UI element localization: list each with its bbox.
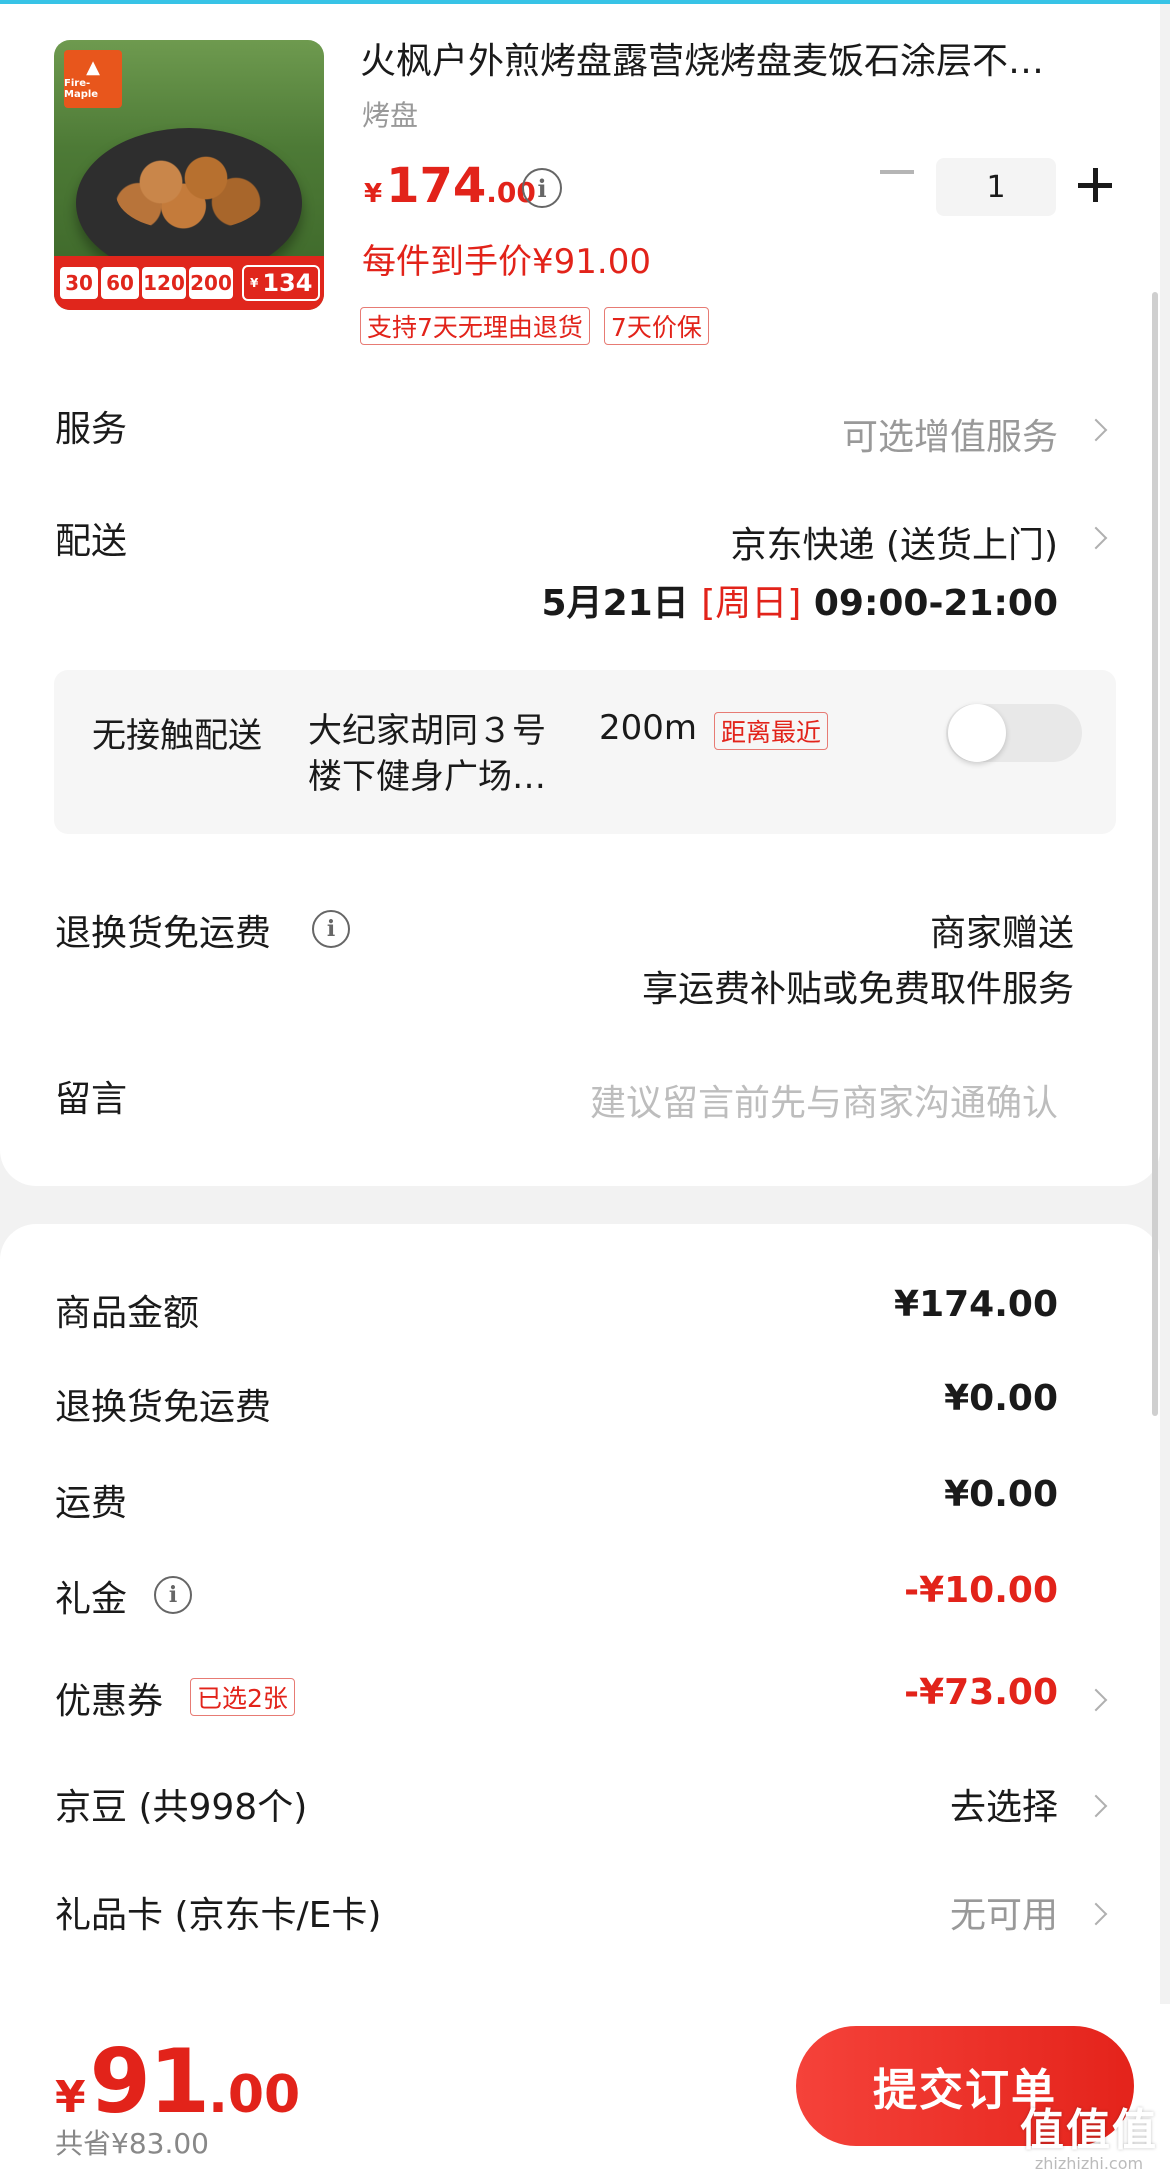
return-policy-tag: 支持7天无理由退货 [360, 307, 590, 345]
gift-money-info-icon[interactable]: i [154, 1576, 192, 1614]
service-value[interactable]: 可选增值服务 [842, 408, 1058, 460]
product-price: ¥ 174 .00 [364, 158, 536, 214]
return-shipping-detail: 享运费补贴或免费取件服务 [641, 969, 1074, 1010]
total-saved: 共省¥83.00 [55, 2127, 209, 2160]
return-shipping-value: 商家赠送 [929, 913, 1074, 954]
price-protect-tag: 7天价保 [603, 307, 709, 345]
contactless-address: 大纪家胡同３号 楼下健身广场… [308, 711, 546, 797]
service-label: 服务 [55, 409, 128, 450]
contactless-label: 无接触配送 [92, 716, 262, 756]
promo-final-price: ¥ 134 [242, 265, 321, 301]
delivery-time[interactable]: 5月21日 [周日] 09:00-21:00 [542, 574, 1058, 626]
promo-chip: 30 [60, 267, 98, 299]
promo-strip: 30 60 120 200 ¥ 134 [54, 256, 324, 310]
toggle-knob [948, 704, 1006, 762]
checkout-page: ▲ Fire-Maple 30 60 120 200 ¥ 134 火枫户外煎烤盘… [0, 0, 1170, 2182]
flame-icon: ▲ [86, 57, 100, 78]
giftcard-value[interactable]: 无可用 [950, 1886, 1058, 1938]
contactless-distance: 200m [599, 708, 698, 748]
delivery-chevron-icon[interactable] [1084, 526, 1108, 550]
return-info-icon[interactable]: i [312, 910, 350, 948]
coupon-chevron-icon[interactable] [1084, 1688, 1108, 1712]
gift-money-value: -¥10.00 [904, 1570, 1058, 1611]
return-fee-label: 退换货免运费 [55, 1387, 272, 1428]
site-watermark: 值值值 zhizhizhi.com [1020, 2105, 1158, 2173]
message-input[interactable]: 建议留言前先与商家沟通确认 [590, 1074, 1058, 1126]
giftcard-chevron-icon[interactable] [1084, 1902, 1108, 1926]
grilled-meat [116, 150, 266, 230]
quantity-input[interactable]: 1 [936, 158, 1056, 216]
promo-chip: 200 [189, 267, 233, 299]
message-label: 留言 [55, 1079, 128, 1120]
total-price: ¥ 91 .00 [55, 2030, 301, 2133]
checkout-bar: ¥ 91 .00 共省¥83.00 提交订单 [0, 2004, 1170, 2182]
price-summary-card: 商品金额 ¥174.00 退换货免运费 ¥0.00 运费 ¥0.00 礼金 i … [0, 1224, 1160, 2004]
nearest-tag: 距离最近 [714, 712, 829, 750]
contactless-delivery-panel: 无接触配送 大纪家胡同３号 楼下健身广场… 200m 距离最近 [54, 670, 1116, 834]
promo-chip: 120 [142, 267, 186, 299]
delivery-label: 配送 [55, 521, 128, 562]
jingdou-chevron-icon[interactable] [1084, 1794, 1108, 1818]
return-shipping-label: 退换货免运费 [55, 913, 272, 954]
brand-logo: ▲ Fire-Maple [64, 50, 122, 108]
service-chevron-icon[interactable] [1084, 418, 1108, 442]
product-spec[interactable]: 烤盘 [362, 94, 418, 134]
giftcard-label: 礼品卡 (京东卡/E卡) [55, 1895, 382, 1936]
order-card: ▲ Fire-Maple 30 60 120 200 ¥ 134 火枫户外煎烤盘… [0, 4, 1160, 1186]
unit-price: 每件到手价¥91.00 [362, 242, 651, 282]
jingdou-value[interactable]: 去选择 [950, 1778, 1058, 1830]
coupon-value[interactable]: -¥73.00 [904, 1672, 1058, 1713]
promo-chip: 60 [101, 267, 139, 299]
delivery-method[interactable]: 京东快递 (送货上门) [730, 516, 1058, 568]
price-info-icon[interactable]: i [522, 168, 562, 208]
goods-amount-value: ¥174.00 [894, 1284, 1058, 1325]
return-fee-value: ¥0.00 [944, 1378, 1058, 1419]
quantity-decrease-button[interactable] [880, 170, 914, 174]
shipping-fee-label: 运费 [55, 1483, 128, 1524]
shipping-fee-value: ¥0.00 [944, 1474, 1058, 1515]
product-image[interactable]: ▲ Fire-Maple 30 60 120 200 ¥ 134 [54, 40, 324, 310]
goods-amount-label: 商品金额 [55, 1293, 200, 1334]
product-title[interactable]: 火枫户外煎烤盘露营烧烤盘麦饭石涂层不… [360, 40, 1120, 84]
coupon-selected-tag: 已选2张 [190, 1678, 295, 1716]
scrollbar[interactable] [1152, 292, 1158, 1416]
quantity-increase-button[interactable] [1078, 168, 1112, 202]
product-tags: 支持7天无理由退货 7天价保 [360, 307, 709, 345]
coupon-label: 优惠券 [55, 1681, 164, 1722]
gift-money-label: 礼金 [55, 1579, 128, 1620]
contactless-toggle[interactable] [946, 704, 1082, 762]
jingdou-label: 京豆 (共998个) [55, 1787, 308, 1828]
